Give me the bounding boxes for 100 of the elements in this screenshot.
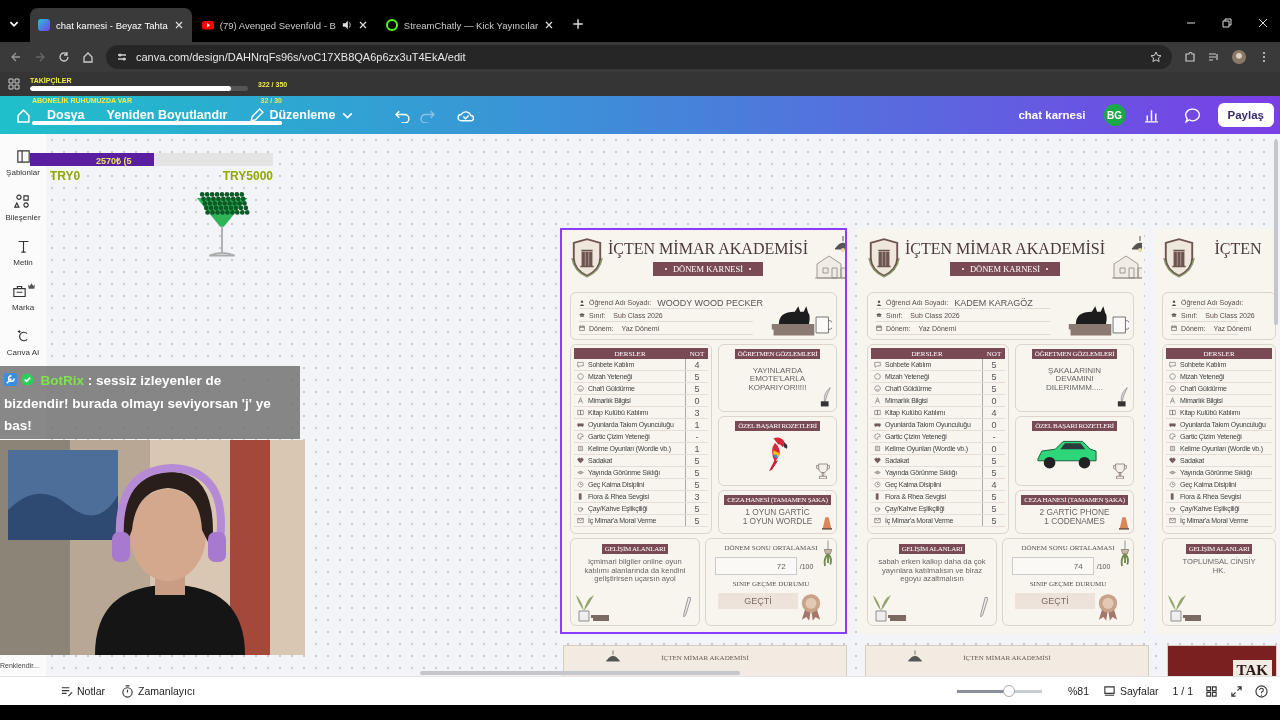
notes-button[interactable]: Notlar [58,682,107,700]
share-button[interactable]: Paylaş [1217,103,1274,127]
person-icon [876,299,882,306]
profile-avatar-icon[interactable] [1232,50,1246,64]
home-icon[interactable] [82,51,94,63]
square-logo-icon [38,19,50,31]
media-icon[interactable] [1208,51,1220,63]
grade: 5 [982,467,1005,478]
fullscreen-icon[interactable] [1230,684,1243,698]
chat-bubble-icon [577,361,584,368]
timer-button[interactable]: Zamanlayıcı [119,682,198,700]
grade: 0 [982,395,1005,406]
book-icon [1169,409,1176,416]
timer-icon [121,684,134,698]
page-thumbnail[interactable]: TAK [1167,645,1277,676]
new-tab-icon[interactable] [572,18,585,30]
scrollbar[interactable] [1274,140,1278,325]
reload-icon[interactable] [58,51,70,63]
circle-logo-icon [385,19,398,31]
shapes-icon [14,193,32,210]
block-icon [577,493,584,500]
cup-icon [874,505,881,512]
browser-tab[interactable]: StreamChatly — Kick Yayıncılar [377,8,563,42]
briefcase-icon [11,283,28,300]
slider-thumb[interactable] [1002,685,1015,697]
sidebar-item[interactable]: Canva AI [6,328,40,357]
compass-icon [1169,397,1176,404]
close-icon[interactable] [173,20,184,30]
report-card[interactable] [857,228,1144,634]
grade: 5 [982,383,1005,394]
eye-icon [1169,469,1176,476]
chat-bubble-icon [1169,361,1176,368]
shield-icon [867,236,901,280]
average-score: 74 [1011,557,1094,575]
palette-icon [1169,433,1176,440]
apps-icon[interactable] [8,78,20,90]
grade: 3 [685,407,708,418]
student-name: WOODY WOOD PECKER [657,297,764,308]
close-icon[interactable] [1258,18,1268,28]
sidebar-item[interactable]: Marka [11,283,35,312]
ribbon-banner: DÖNEM KARNESİ [949,262,1061,276]
report-card[interactable] [1154,228,1278,634]
restore-icon[interactable] [1222,18,1232,28]
grade: 4 [685,359,708,370]
clock-icon [577,481,584,488]
close-icon[interactable] [357,20,368,30]
compass-icon [874,397,881,404]
puzzle-icon[interactable] [1184,51,1196,63]
cap-icon [876,312,882,319]
pass-status: GEÇTİ [1015,593,1095,609]
document-title[interactable]: chat karnesi [1018,109,1086,121]
close-icon[interactable] [544,20,555,30]
grade: 5 [685,503,708,514]
grade: 5 [685,467,708,478]
grade: 5 [982,503,1005,514]
speaker-icon[interactable] [341,20,352,30]
calendar-icon [1171,325,1177,332]
penalty-line: 1 OYUN GARTİC [745,508,810,518]
lamp-icon [604,650,622,664]
thumbnail-title: TAK [1232,660,1272,676]
grade: 5 [982,491,1005,502]
pages-button[interactable]: Sayfalar [1101,682,1161,700]
goal-minimum: TRY0 [50,169,81,183]
scrollbar[interactable] [420,671,740,675]
sidebar-item[interactable]: Şablonlar [6,148,40,177]
lamp-icon [906,650,924,664]
grade: 5 [685,479,708,490]
cup-icon [1169,505,1176,512]
back-icon[interactable] [10,51,22,63]
grade: 4 [982,407,1005,418]
gamepad-icon [1169,421,1176,428]
eye-icon [874,469,881,476]
browser-tab[interactable]: (79) Avenged Sevenfold - B [193,8,376,42]
pencil-icon [979,597,988,617]
comment-icon[interactable] [1183,106,1201,124]
envelope-icon [874,517,881,524]
observation-text: ŞAKALARININ DEVAMINI DILERIMMM..... [1045,367,1104,393]
grid-icon[interactable] [1205,684,1218,698]
grade: 5 [982,371,1005,382]
wrench-icon [4,373,17,386]
cone-icon [822,516,832,530]
sidebar-item[interactable]: Bileşenler [5,193,41,222]
trophy-icon [816,463,830,479]
help-icon[interactable] [1255,684,1268,698]
envelope-icon [1169,517,1176,524]
card-title: İÇTEN MİMAR AKADEMİSİ [608,240,808,258]
sidebar-item[interactable]: Metin [13,238,33,267]
shield-icon [1162,236,1196,280]
address-bar[interactable]: canva.com/design/DAHNrqFs96s/voC17XB8QA6p6zx3uT4EkA/edit [106,45,1172,69]
pages-icon [1103,684,1117,698]
quill-icon [1117,387,1129,407]
grade: 4 [982,479,1005,490]
star-icon[interactable] [1150,51,1162,63]
zoom-level[interactable]: %81 [1068,685,1090,697]
grade: 5 [685,455,708,466]
chat-bubble-icon [874,361,881,368]
site-info-icon[interactable] [116,51,128,63]
layout-icon [14,148,32,165]
report-card[interactable] [560,228,847,634]
browser-tab[interactable]: chat karnesi - Beyaz Tahta [30,8,192,42]
